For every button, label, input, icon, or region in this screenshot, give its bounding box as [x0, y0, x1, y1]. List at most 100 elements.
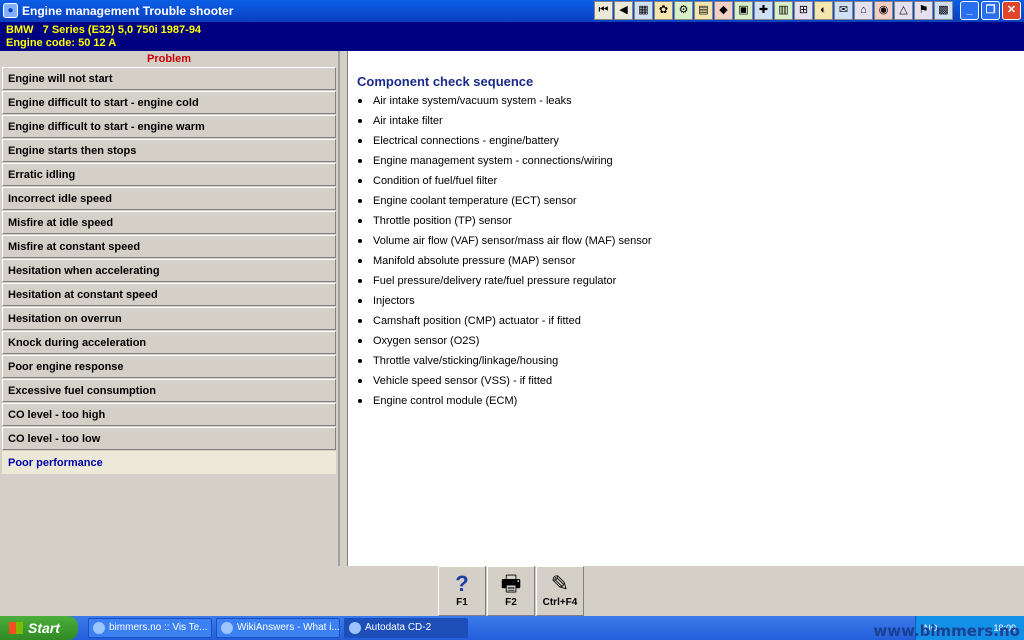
- check-item-label: Throttle valve/sticking/linkage/housing: [373, 355, 559, 367]
- problem-item[interactable]: Engine starts then stops: [2, 139, 336, 162]
- bullet-icon: [358, 339, 362, 343]
- check-item: Camshaft position (CMP) actuator - if fi…: [357, 313, 652, 333]
- bullet-icon: [358, 399, 362, 403]
- tool-icon-10[interactable]: ◐: [814, 1, 833, 20]
- bullet-icon: [358, 379, 362, 383]
- tool-icon-16[interactable]: ▩: [934, 1, 953, 20]
- taskbar-item-bimmers[interactable]: bimmers.no :: Vis Te...: [88, 618, 212, 638]
- check-item: Injectors: [357, 293, 652, 313]
- watermark: www.bimmers.no: [873, 622, 1020, 640]
- app-icon: ●: [3, 3, 18, 18]
- title-bar: ● Engine management Trouble shooter ⏮ ◀ ▦ ✿…: [0, 0, 1024, 22]
- check-item-label: Engine coolant temperature (ECT) sensor: [373, 195, 577, 207]
- taskbar: Start bimmers.no :: Vis Te... WikiAnswer…: [0, 616, 1024, 640]
- tool-icon-5[interactable]: ◆: [714, 1, 733, 20]
- check-item: Air intake filter: [357, 113, 652, 133]
- tool-icon-14[interactable]: △: [894, 1, 913, 20]
- bullet-icon: [358, 179, 362, 183]
- task-label: Autodata CD-2: [365, 622, 432, 633]
- check-item: Manifold absolute pressure (MAP) sensor: [357, 253, 652, 273]
- tool-icon-12[interactable]: ⌂: [854, 1, 873, 20]
- problem-item[interactable]: Knock during acceleration: [2, 331, 336, 354]
- problem-item[interactable]: Hesitation at constant speed: [2, 283, 336, 306]
- task-label: bimmers.no :: Vis Te...: [109, 622, 208, 633]
- toolbar: ⏮ ◀ ▦ ✿ ⚙ ▤ ◆ ▣ ✚ ▥ ⊞ ◐ ✉ ⌂ ◉ △ ⚑ ▩: [594, 1, 953, 21]
- tool-icon-3[interactable]: ⚙: [674, 1, 693, 20]
- check-item: Engine management system - connections/w…: [357, 153, 652, 173]
- tool-icon-6[interactable]: ▣: [734, 1, 753, 20]
- tool-icon-15[interactable]: ⚑: [914, 1, 933, 20]
- check-item-label: Injectors: [373, 295, 415, 307]
- check-item-label: Oxygen sensor (O2S): [373, 335, 480, 347]
- start-label: Start: [28, 620, 60, 636]
- taskbar-item-autodata[interactable]: Autodata CD-2: [344, 618, 468, 638]
- vehicle-header: BMW 7 Series (E32) 5,0 750i 1987-94 Engi…: [0, 22, 1024, 51]
- check-item: Engine control module (ECM): [357, 393, 652, 413]
- window-title: Engine management Trouble shooter: [22, 4, 234, 18]
- printer-icon: 🖶: [500, 571, 522, 596]
- help-icon: ?: [455, 571, 469, 596]
- tool-icon-2[interactable]: ✿: [654, 1, 673, 20]
- notes-button[interactable]: ✎ Ctrl+F4: [536, 566, 584, 616]
- problem-item[interactable]: Poor performance: [2, 451, 336, 474]
- problem-item[interactable]: Engine difficult to start - engine warm: [2, 115, 336, 138]
- taskbar-item-wikianswers[interactable]: WikiAnswers - What i...: [216, 618, 340, 638]
- check-item: Throttle valve/sticking/linkage/housing: [357, 353, 652, 373]
- help-button[interactable]: ? F1: [438, 566, 486, 616]
- ctrl-f4-label: Ctrl+F4: [542, 597, 578, 608]
- bullet-icon: [358, 99, 362, 103]
- check-item-label: Throttle position (TP) sensor: [373, 215, 512, 227]
- check-item: Condition of fuel/fuel filter: [357, 173, 652, 193]
- tool-icon-1[interactable]: ▦: [634, 1, 653, 20]
- check-item-label: Manifold absolute pressure (MAP) sensor: [373, 255, 576, 267]
- minimize-icon[interactable]: _: [960, 1, 979, 20]
- problem-item[interactable]: Misfire at idle speed: [2, 211, 336, 234]
- prev-icon[interactable]: ◀: [614, 1, 633, 20]
- f2-label: F2: [505, 597, 517, 608]
- check-item-label: Engine management system - connections/w…: [373, 155, 613, 167]
- function-key-bar: ? F1 🖶 F2 ✎ Ctrl+F4: [0, 566, 1024, 616]
- tool-icon-13[interactable]: ◉: [874, 1, 893, 20]
- bullet-icon: [358, 139, 362, 143]
- check-item-label: Volume air flow (VAF) sensor/mass air fl…: [373, 235, 652, 247]
- check-item-label: Vehicle speed sensor (VSS) - if fitted: [373, 375, 553, 387]
- check-item: Throttle position (TP) sensor: [357, 213, 652, 233]
- check-item: Air intake system/vacuum system - leaks: [357, 93, 652, 113]
- problem-item[interactable]: CO level - too low: [2, 427, 336, 450]
- problem-item[interactable]: Excessive fuel consumption: [2, 379, 336, 402]
- check-item: Engine coolant temperature (ECT) sensor: [357, 193, 652, 213]
- bullet-icon: [358, 319, 362, 323]
- problem-item[interactable]: CO level - too high: [2, 403, 336, 426]
- problem-item[interactable]: Engine will not start: [2, 67, 336, 90]
- problem-item[interactable]: Hesitation on overrun: [2, 307, 336, 330]
- problem-panel: Problem Engine will not start Engine diff…: [0, 51, 340, 566]
- restore-icon[interactable]: ❐: [981, 1, 1000, 20]
- check-item-label: Camshaft position (CMP) actuator - if fi…: [373, 315, 581, 327]
- print-button[interactable]: 🖶 F2: [487, 566, 535, 616]
- problem-item[interactable]: Misfire at constant speed: [2, 235, 336, 258]
- problem-item[interactable]: Erratic idling: [2, 163, 336, 186]
- tool-icon-8[interactable]: ▥: [774, 1, 793, 20]
- windows-logo-icon: [9, 622, 23, 634]
- close-icon[interactable]: ✕: [1002, 1, 1021, 20]
- first-icon[interactable]: ⏮: [594, 1, 613, 20]
- check-item: Electrical connections - engine/battery: [357, 133, 652, 153]
- problem-list: Engine will not start Engine difficult to…: [0, 67, 338, 474]
- check-item: Volume air flow (VAF) sensor/mass air fl…: [357, 233, 652, 253]
- problem-item[interactable]: Hesitation when accelerating: [2, 259, 336, 282]
- tool-icon-7[interactable]: ✚: [754, 1, 773, 20]
- ie-icon: [93, 622, 105, 634]
- ie-icon: [221, 622, 233, 634]
- notes-icon: ✎: [550, 571, 570, 596]
- tool-icon-4[interactable]: ▤: [694, 1, 713, 20]
- check-item: Fuel pressure/delivery rate/fuel pressur…: [357, 273, 652, 293]
- bullet-icon: [358, 199, 362, 203]
- problem-item[interactable]: Engine difficult to start - engine cold: [2, 91, 336, 114]
- bullet-icon: [358, 219, 362, 223]
- problem-item[interactable]: Incorrect idle speed: [2, 187, 336, 210]
- tool-icon-9[interactable]: ⊞: [794, 1, 813, 20]
- tool-icon-11[interactable]: ✉: [834, 1, 853, 20]
- bullet-icon: [358, 359, 362, 363]
- problem-item[interactable]: Poor engine response: [2, 355, 336, 378]
- start-button[interactable]: Start: [0, 616, 78, 640]
